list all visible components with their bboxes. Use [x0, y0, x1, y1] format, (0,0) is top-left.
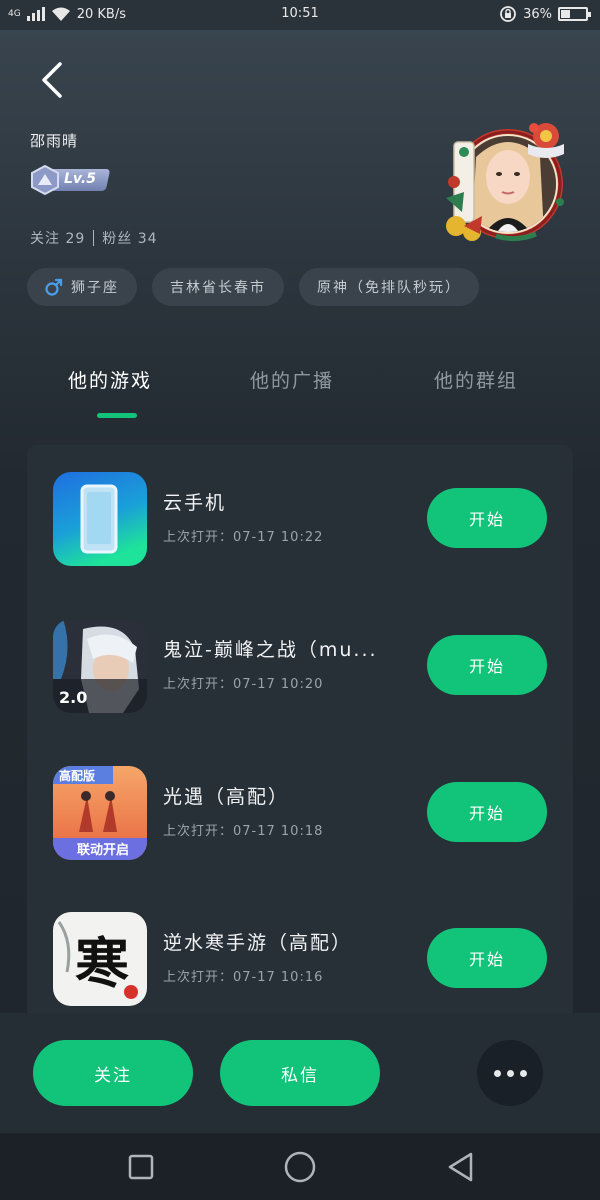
following-count[interactable]: 关注 29 [30, 228, 85, 248]
avatar[interactable] [436, 122, 570, 248]
followers-count[interactable]: 粉丝 34 [102, 228, 157, 248]
message-button[interactable]: 私信 [220, 1040, 380, 1106]
devil-may-cry-icon: 2.0 [53, 619, 147, 713]
game-name: 云手机 [163, 492, 227, 514]
follow-stats: 关注 29 粉丝 34 [30, 228, 158, 248]
bottom-action-bar: 关注 私信 [0, 1013, 600, 1133]
back-button[interactable] [32, 58, 76, 102]
recents-button[interactable] [121, 1147, 161, 1187]
square-icon [128, 1154, 154, 1180]
avatar-frame [446, 123, 564, 242]
game-last-opened: 上次打开：07-17 10:20 [163, 677, 324, 692]
game-last-opened: 上次打开：07-17 10:16 [163, 970, 324, 985]
active-tab-indicator [97, 413, 137, 418]
level-hexagon-icon [31, 165, 59, 195]
home-button[interactable] [280, 1147, 320, 1187]
games-list: 云手机 上次打开：07-17 10:22 开始 2.0 鬼泣-巅峰之战（mu..… [27, 445, 573, 1045]
sky-icon: 高配版 联动开启 [53, 766, 147, 860]
system-nav-bar [0, 1133, 600, 1200]
more-dot-icon [506, 1069, 514, 1077]
tag-game[interactable]: 原神（免排队秒玩） [299, 268, 479, 306]
sky-bottom-label: 联动开启 [77, 842, 129, 858]
circle-icon [284, 1151, 316, 1183]
start-button[interactable]: 开始 [427, 635, 547, 695]
justice-glyph: 寒 [75, 931, 129, 995]
battery-percent: 36% [523, 6, 552, 22]
list-item[interactable]: 2.0 鬼泣-巅峰之战（mu... 上次打开：07-17 10:20 开始 [27, 619, 573, 713]
system-back-button[interactable] [441, 1147, 481, 1187]
game-last-opened: 上次打开：07-17 10:22 [163, 530, 324, 545]
rotation-lock-icon [500, 6, 516, 22]
tab-games[interactable]: 他的游戏 [68, 366, 152, 393]
chevron-left-icon [42, 62, 62, 98]
sky-top-label: 高配版 [59, 768, 95, 783]
more-dot-icon [493, 1069, 501, 1077]
status-bar: 4G 20 KB/s 10:51 36% [0, 0, 600, 30]
justice-icon: 寒 [53, 912, 147, 1006]
tag-location: 吉林省长春市 [152, 268, 284, 306]
level-badge: Lv.5 [30, 165, 111, 195]
start-button[interactable]: 开始 [427, 782, 547, 842]
battery-icon [558, 7, 591, 21]
list-item[interactable]: 寒 逆水寒手游（高配） 上次打开：07-17 10:16 开始 [27, 912, 573, 1006]
tab-groups[interactable]: 他的群组 [434, 366, 518, 393]
follow-button[interactable]: 关注 [33, 1040, 193, 1106]
profile-tabs: 他的游戏 他的广播 他的群组 [0, 362, 600, 422]
game-last-opened: 上次打开：07-17 10:18 [163, 824, 324, 839]
list-item[interactable]: 云手机 上次打开：07-17 10:22 开始 [27, 472, 573, 566]
more-button[interactable] [477, 1040, 543, 1106]
tag-zodiac: 狮子座 [27, 268, 137, 306]
level-text: Lv.5 [64, 171, 96, 187]
profile-tags: 狮子座 吉林省长春市 原神（免排队秒玩） [27, 268, 479, 306]
list-item[interactable]: 高配版 联动开启 光遇（高配） 上次打开：07-17 10:18 开始 [27, 766, 573, 860]
username: 邵雨晴 [30, 132, 79, 150]
tab-broadcasts[interactable]: 他的广播 [250, 366, 334, 393]
game-name: 鬼泣-巅峰之战（mu... [163, 639, 378, 661]
more-dot-icon [519, 1069, 527, 1077]
stats-divider [93, 230, 95, 246]
start-button[interactable]: 开始 [427, 928, 547, 988]
version-label: 2.0 [59, 688, 87, 707]
triangle-back-icon [448, 1152, 473, 1182]
male-icon [45, 278, 63, 296]
game-name: 光遇（高配） [163, 786, 290, 808]
game-name: 逆水寒手游（高配） [163, 932, 353, 954]
start-button[interactable]: 开始 [427, 488, 547, 548]
cloud-phone-icon [53, 472, 147, 566]
